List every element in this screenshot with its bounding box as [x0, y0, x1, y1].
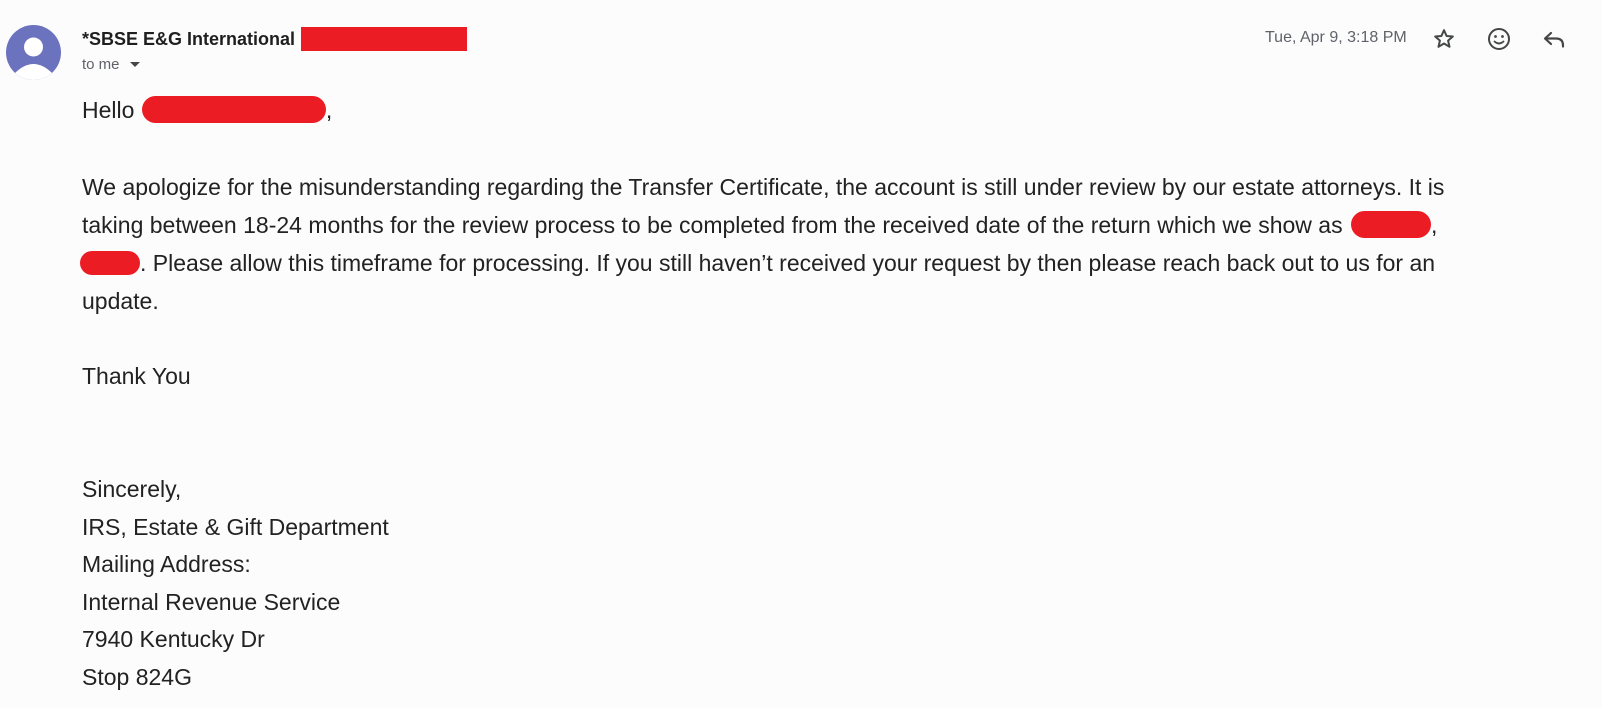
star-button[interactable] [1430, 25, 1458, 53]
paragraph-line-3: . Please allow this timeframe for proces… [80, 244, 1602, 282]
paragraph-line-1: We apologize for the misunderstanding re… [82, 174, 1445, 200]
sender-avatar[interactable] [6, 25, 61, 80]
paragraph-line-3-text: . Please allow this timeframe for proces… [140, 250, 1436, 276]
greeting-suffix: , [325, 97, 333, 123]
paragraph-line-2-text: taking between 18-24 months for the revi… [82, 212, 1343, 238]
greeting-prefix: Hello [82, 97, 135, 123]
redacted-date-part-2 [80, 250, 140, 275]
emoji-reaction-icon [1488, 28, 1510, 50]
sender-line: *SBSE E&G International [82, 27, 468, 51]
paragraph-line-4: update. [82, 288, 159, 314]
sender-name[interactable]: *SBSE E&G International [82, 29, 295, 50]
signature-line: Stop 824G [82, 664, 192, 690]
paragraph-line-2-suffix: , [1430, 212, 1438, 238]
recipient-label: to me [82, 56, 120, 73]
redacted-recipient-name [141, 96, 326, 124]
reply-button[interactable] [1540, 25, 1568, 53]
redacted-sender-email [301, 27, 468, 51]
signature-line: 7940 Kentucky Dr [82, 626, 265, 652]
signature-line: Mailing Address: [82, 551, 251, 577]
signature-line: Internal Revenue Service [82, 589, 341, 615]
star-icon [1434, 29, 1454, 48]
avatar-person-icon [15, 37, 52, 80]
chevron-down-icon[interactable] [129, 62, 140, 67]
paragraph-line-2: taking between 18-24 months for the revi… [82, 206, 1602, 244]
redacted-date-part-1 [1350, 211, 1431, 239]
greeting-line: Hello , [82, 91, 1602, 129]
signature-line: Sincerely, [82, 476, 182, 502]
reply-icon [1543, 31, 1565, 48]
emoji-reaction-button[interactable] [1485, 25, 1513, 53]
signature-line: IRS, Estate & Gift Department [82, 514, 389, 540]
email-timestamp: Tue, Apr 9, 3:18 PM [1265, 29, 1407, 46]
recipient-details[interactable]: to me [82, 56, 140, 73]
closing-thanks: Thank You [82, 363, 191, 389]
